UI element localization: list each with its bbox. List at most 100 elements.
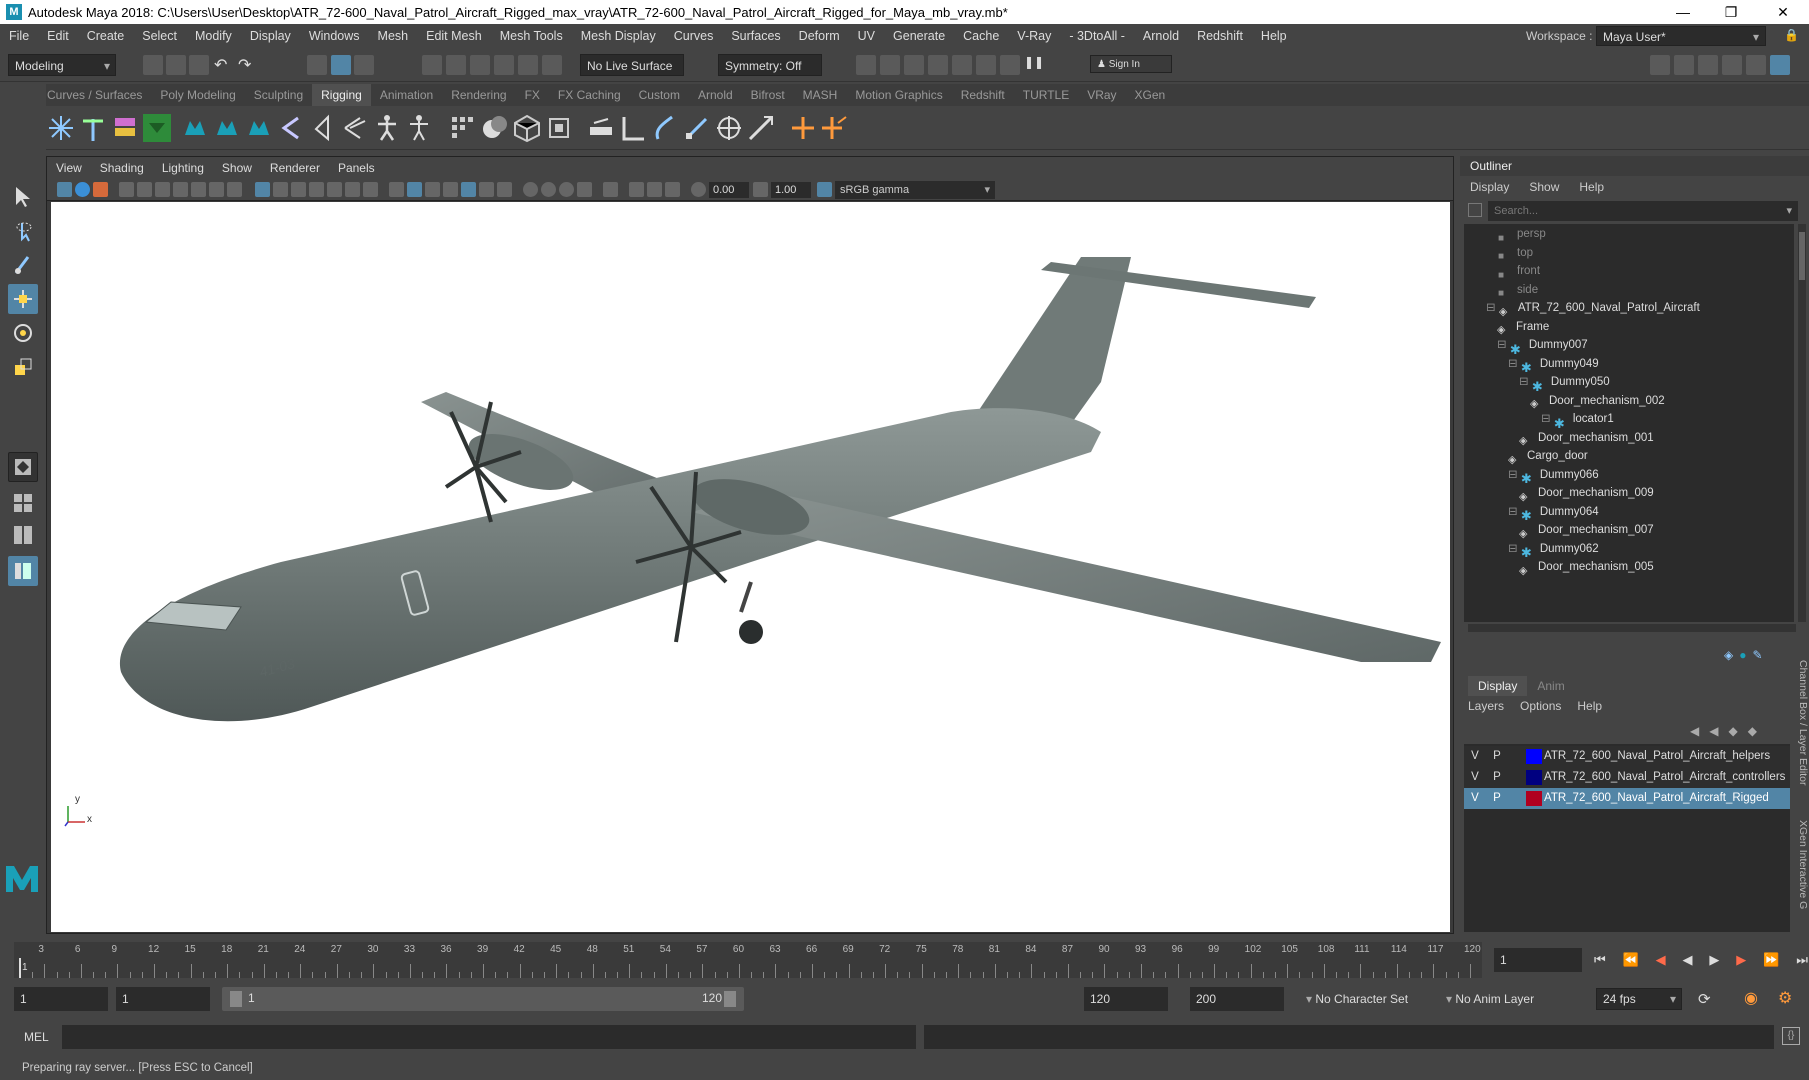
- gate-mask-icon[interactable]: [309, 182, 324, 197]
- range-start-handle[interactable]: [230, 991, 242, 1007]
- shelf-tab-motion-graphics[interactable]: Motion Graphics: [846, 84, 951, 106]
- lattice-icon[interactable]: [276, 113, 306, 143]
- layer-visibility-toggle[interactable]: V: [1464, 788, 1486, 809]
- command-input[interactable]: [62, 1025, 916, 1049]
- outliner-scrollbar[interactable]: [1798, 224, 1806, 622]
- isolate-select-icon[interactable]: [603, 182, 618, 197]
- film-gate-icon[interactable]: [273, 182, 288, 197]
- lock-icon[interactable]: 🔒: [1784, 28, 1799, 44]
- time-ruler[interactable]: 3 6 9 12 15 18 21 24 27 30 33 36 39 42 45 48 51 54 57 60 63 6…: [14, 942, 1482, 978]
- outliner-hscrollbar[interactable]: [1468, 624, 1796, 632]
- menu-create[interactable]: Create: [78, 24, 134, 48]
- xray-joints-icon[interactable]: [665, 182, 680, 197]
- step-forward-frame-icon[interactable]: ▶: [1736, 952, 1746, 968]
- outliner-menu-show[interactable]: Show: [1519, 176, 1569, 198]
- workspace-dropdown[interactable]: Maya User* ▾: [1596, 26, 1766, 46]
- new-layer-selected-icon[interactable]: ◀: [1709, 724, 1718, 738]
- expand-icon[interactable]: ⊟: [1508, 543, 1521, 555]
- layer-tab-display[interactable]: Display: [1468, 676, 1528, 696]
- shelf-tab-turtle[interactable]: TURTLE: [1014, 84, 1078, 106]
- shelf-tab-rigging[interactable]: Rigging: [312, 84, 371, 106]
- close-icon[interactable]: ✕: [1760, 0, 1806, 24]
- grease-pencil-icon[interactable]: [173, 182, 188, 197]
- new-scene-icon[interactable]: [143, 55, 163, 75]
- layer-row[interactable]: V P ATR_72_600_Naval_Patrol_Aircraft_contr…: [1464, 767, 1790, 788]
- layer-visibility-toggle[interactable]: V: [1464, 746, 1486, 767]
- shelf-tab-redshift[interactable]: Redshift: [952, 84, 1014, 106]
- menu-generate[interactable]: Generate: [884, 24, 954, 48]
- human-ik-icon[interactable]: [1674, 55, 1694, 75]
- menu-file[interactable]: File: [0, 24, 38, 48]
- sign-in-button[interactable]: ♟ Sign In: [1090, 55, 1172, 73]
- textured-icon[interactable]: [461, 182, 476, 197]
- layer-row[interactable]: V P ATR_72_600_Naval_Patrol_Aircraft_helpe…: [1464, 746, 1790, 767]
- image-plane-icon[interactable]: [119, 182, 134, 197]
- viewport-menu-lighting[interactable]: Lighting: [153, 157, 213, 179]
- viewport-menu-view[interactable]: View: [47, 157, 91, 179]
- filter-icon[interactable]: [1468, 203, 1482, 217]
- layer-tab-anim[interactable]: Anim: [1527, 676, 1574, 696]
- layer-color-swatch[interactable]: [1526, 770, 1542, 785]
- bookmark-camera-icon[interactable]: [209, 182, 224, 197]
- bookmarks-icon[interactable]: [93, 182, 108, 197]
- render-settings-icon[interactable]: [928, 55, 948, 75]
- open-scene-icon[interactable]: [166, 55, 186, 75]
- snap-live-icon[interactable]: [518, 55, 538, 75]
- humanik-skeleton-icon[interactable]: [372, 113, 402, 143]
- shelf-tab-rendering[interactable]: Rendering: [442, 84, 515, 106]
- channel-box-layer-editor-tab[interactable]: Channel Box / Layer Editor: [1793, 660, 1809, 810]
- fps-dropdown[interactable]: 24 fps ▾: [1596, 988, 1682, 1010]
- outliner-search-input[interactable]: Search... ▾: [1488, 201, 1798, 221]
- insert-joint-icon[interactable]: [78, 113, 108, 143]
- anim-layer-dropdown[interactable]: ▾ No Anim Layer: [1446, 987, 1556, 1011]
- scale-tool-icon[interactable]: [8, 352, 38, 382]
- live-surface-field[interactable]: No Live Surface: [580, 54, 684, 76]
- viewport-menu-shading[interactable]: Shading: [91, 157, 153, 179]
- camera-select-icon[interactable]: [57, 182, 72, 197]
- humanik-character-icon[interactable]: [404, 113, 434, 143]
- play-backwards-icon[interactable]: ◀: [1683, 952, 1693, 968]
- move-tool-icon[interactable]: [8, 284, 38, 314]
- four-view-layout-icon[interactable]: [8, 490, 38, 516]
- two-view-layout-icon[interactable]: [8, 522, 38, 548]
- loop-icon[interactable]: ⟳: [1698, 990, 1711, 1008]
- play-forwards-icon[interactable]: ▶: [1709, 952, 1719, 968]
- attribute-camera-icon[interactable]: [227, 182, 242, 197]
- menu-v-ray[interactable]: V-Ray: [1008, 24, 1060, 48]
- script-editor-icon[interactable]: {}: [1782, 1027, 1800, 1045]
- menu-cache[interactable]: Cache: [954, 24, 1008, 48]
- expand-icon[interactable]: ⊟: [1508, 358, 1521, 370]
- snap-curve-icon[interactable]: [446, 55, 466, 75]
- bind-skin-icon[interactable]: [142, 113, 172, 143]
- layer-playback-toggle[interactable]: P: [1486, 788, 1508, 809]
- ik-spline-icon[interactable]: [650, 113, 680, 143]
- tool-settings-icon[interactable]: [1722, 55, 1742, 75]
- xgen-interactive-tab[interactable]: XGen Interactive G: [1793, 820, 1809, 930]
- channel-box-icon[interactable]: [1746, 55, 1766, 75]
- camera-attributes-icon[interactable]: [75, 182, 90, 197]
- modeling-toolkit-icon[interactable]: [1650, 55, 1670, 75]
- layer-color-swatch[interactable]: [1526, 791, 1542, 806]
- symmetry-dropdown[interactable]: Symmetry: Off: [718, 54, 822, 76]
- viewport-menu-renderer[interactable]: Renderer: [261, 157, 329, 179]
- xray-active-icon[interactable]: [647, 182, 662, 197]
- layer-color-swatch[interactable]: [1526, 749, 1542, 764]
- shelf-tab-bifrost[interactable]: Bifrost: [742, 84, 794, 106]
- wireframe-on-shaded-icon[interactable]: [443, 182, 458, 197]
- single-view-layout-icon[interactable]: [8, 452, 38, 482]
- gamma-field[interactable]: 1.00: [771, 182, 811, 198]
- layer-row[interactable]: V P ATR_72_600_Naval_Patrol_Aircraft_Rigge…: [1464, 788, 1790, 809]
- redo-icon[interactable]: ↷: [238, 55, 258, 75]
- snap-view-plane-icon[interactable]: [494, 55, 514, 75]
- paint-weights-icon[interactable]: [180, 113, 210, 143]
- attribute-editor-icon[interactable]: [1698, 55, 1718, 75]
- start-time-field[interactable]: 1: [14, 987, 108, 1011]
- range-end-handle[interactable]: [724, 991, 736, 1007]
- layer-menu-help[interactable]: Help: [1569, 696, 1610, 716]
- camera-lock-icon[interactable]: [137, 182, 152, 197]
- snap-grid-icon[interactable]: [422, 55, 442, 75]
- cluster-icon[interactable]: [308, 113, 338, 143]
- save-scene-icon[interactable]: [189, 55, 209, 75]
- layer-editor-icon[interactable]: ●: [1739, 648, 1746, 664]
- render-frame-icon[interactable]: [880, 55, 900, 75]
